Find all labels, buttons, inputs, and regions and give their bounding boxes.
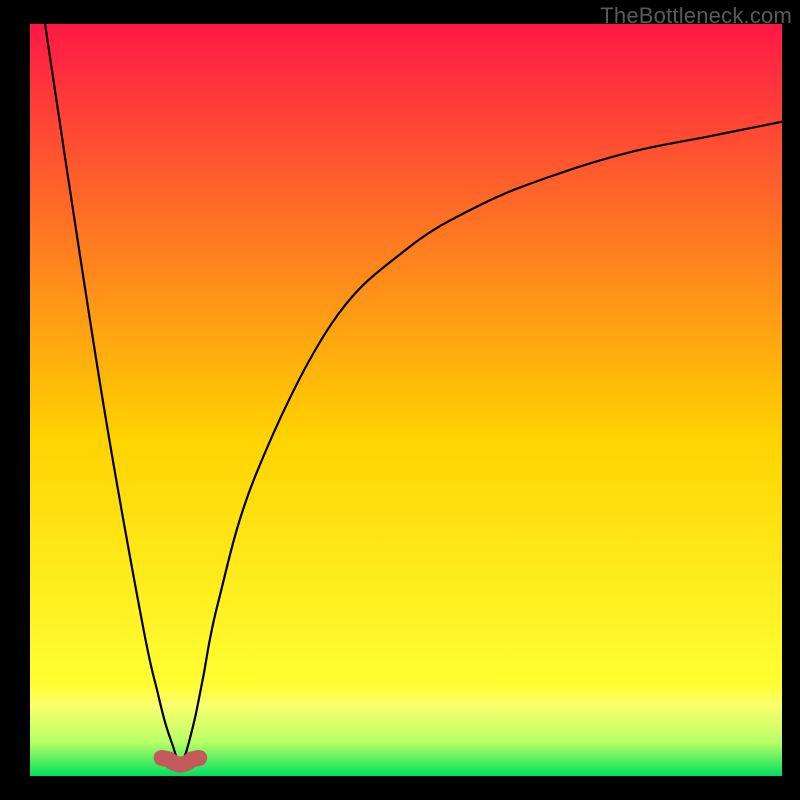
bottleneck-marker-u: [162, 758, 200, 765]
chart-outer: TheBottleneck.com: [0, 0, 800, 800]
chart-background: [30, 24, 782, 776]
chart-svg: [30, 24, 782, 776]
chart-plot-area: [30, 24, 782, 776]
